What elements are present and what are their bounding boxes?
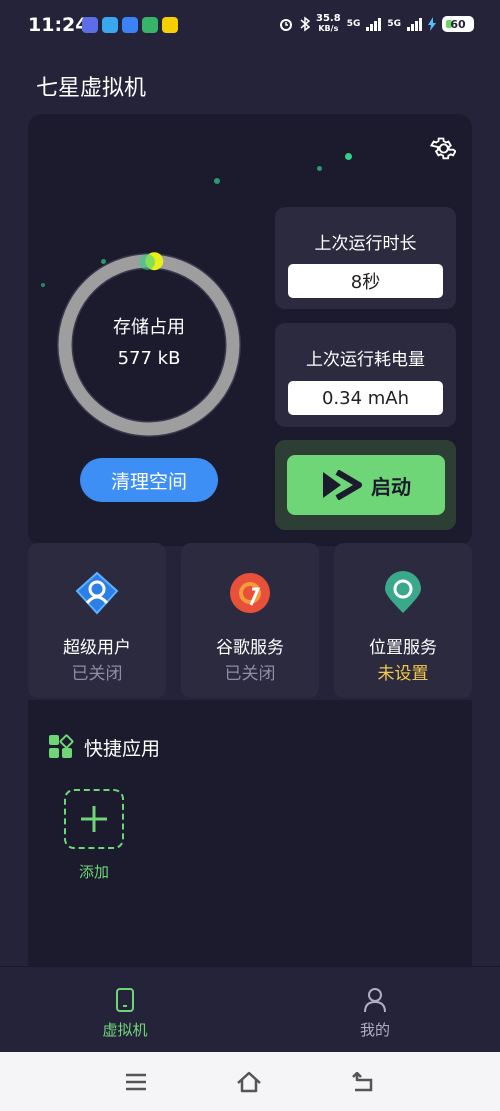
service-status: 已关闭 [224, 664, 276, 684]
status-right: 35.8 KB/s 5G 5G 60 [278, 14, 474, 34]
signal-icon [366, 17, 382, 31]
quick-apps-title: 快捷应用 [84, 738, 161, 760]
last-run-duration-title: 上次运行时长 [314, 234, 417, 254]
last-run-duration-card: 上次运行时长 8秒 [275, 207, 456, 309]
service-title: 超级用户 [63, 638, 131, 658]
nav-item-vm[interactable]: 虚拟机 [65, 987, 185, 1040]
network-speed: 35.8 KB/s [316, 13, 341, 34]
nav-item-mine[interactable]: 我的 [315, 987, 435, 1040]
system-nav-bar [0, 1052, 500, 1111]
notification-app-icon [122, 17, 138, 33]
notification-app-icon [162, 17, 178, 33]
status-bar: 11:24 35.8 KB/s 5G 5G 60 [0, 0, 500, 52]
start-button[interactable]: 启动 [287, 455, 445, 515]
person-icon [364, 988, 386, 1013]
start-button-label: 启动 [371, 474, 411, 499]
last-run-power-title: 上次运行耗电量 [306, 350, 425, 370]
battery-icon: 60 [442, 16, 474, 32]
bluetooth-icon [300, 16, 310, 32]
service-status: 未设置 [377, 664, 429, 684]
clean-space-button[interactable]: 清理空间 [80, 458, 218, 502]
google-services-icon [230, 573, 270, 613]
play-forward-icon [323, 470, 362, 500]
plus-icon [81, 806, 107, 832]
last-run-duration-value: 8秒 [288, 264, 443, 298]
signal-label: 5G [346, 19, 361, 29]
service-card-location[interactable]: 位置服务 未设置 [334, 543, 472, 698]
service-title: 位置服务 [369, 638, 437, 658]
alarm-icon [280, 19, 292, 31]
notification-app-icon [142, 17, 158, 33]
signal-icon [407, 17, 422, 31]
apps-grid-icon [49, 734, 74, 758]
service-card-google[interactable]: 谷歌服务 已关闭 [181, 543, 319, 698]
service-title: 谷歌服务 [216, 638, 284, 658]
location-icon [385, 571, 421, 613]
back-icon[interactable] [351, 1071, 375, 1092]
storage-label: 存储占用 [113, 317, 185, 338]
notification-icons [82, 17, 178, 33]
app-title: 七星虚拟机 [36, 76, 147, 101]
storage-value: 577 kB [117, 348, 181, 369]
decoration-dot [317, 166, 322, 171]
bottom-nav: 虚拟机 我的 [0, 966, 500, 1052]
phone-icon [116, 988, 134, 1012]
service-status: 已关闭 [71, 664, 123, 684]
decoration-dot [214, 178, 220, 184]
notification-app-icon [82, 17, 98, 33]
charging-icon [428, 17, 436, 31]
decoration-dot [41, 283, 45, 287]
service-card-superuser[interactable]: 超级用户 已关闭 [28, 543, 166, 698]
add-quick-app-button[interactable] [64, 789, 124, 849]
signal-label: 5G [387, 19, 401, 29]
nav-item-label: 我的 [359, 1021, 390, 1039]
status-time: 11:24 [28, 14, 89, 36]
last-run-power-card: 上次运行耗电量 0.34 mAh [275, 323, 456, 427]
nav-item-label: 虚拟机 [102, 1021, 148, 1039]
menu-icon[interactable] [125, 1073, 147, 1091]
gear-icon[interactable] [428, 135, 456, 163]
notification-app-icon [102, 17, 118, 33]
decoration-dot [345, 153, 352, 160]
storage-ring [57, 252, 241, 437]
add-quick-app-label: 添加 [78, 863, 109, 881]
home-icon[interactable] [236, 1071, 262, 1093]
superuser-icon [75, 571, 119, 615]
last-run-power-value: 0.34 mAh [288, 381, 443, 415]
